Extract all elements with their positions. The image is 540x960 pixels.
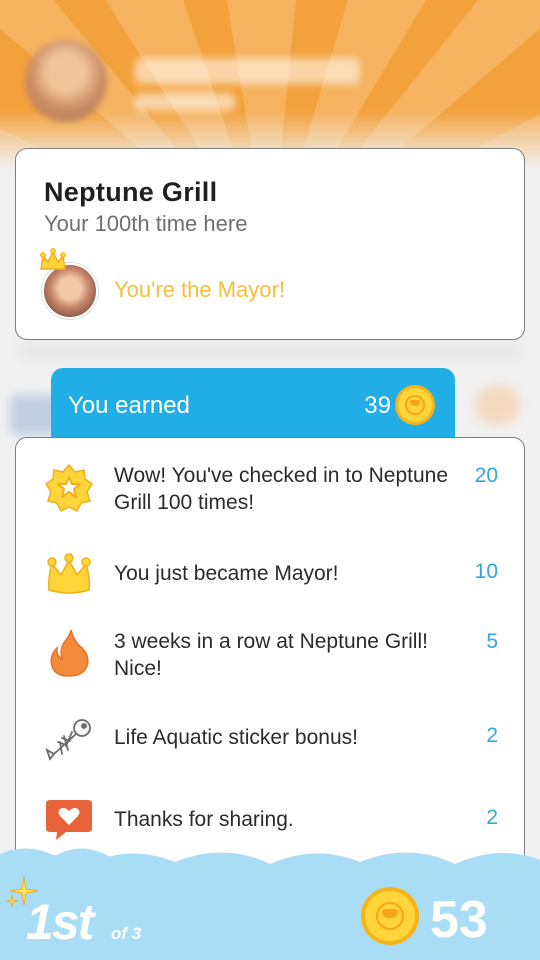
reward-points: 10 bbox=[474, 560, 498, 583]
list-item: Wow! You've checked in to Neptune Grill … bbox=[16, 460, 526, 530]
flame-icon bbox=[50, 629, 89, 677]
list-item: 3 weeks in a row at Neptune Grill! Nice!… bbox=[16, 626, 526, 686]
fish-skeleton-sticker-icon bbox=[45, 719, 91, 761]
earned-header: You earned 39 bbox=[51, 368, 455, 440]
mayor-crown-icon bbox=[40, 248, 66, 270]
leaderboard-rank-of: of 3 bbox=[111, 924, 142, 943]
reward-points: 5 bbox=[486, 630, 498, 653]
heart-speech-bubble-icon bbox=[46, 800, 92, 840]
venue-name: Neptune Grill bbox=[44, 177, 218, 207]
reward-points: 2 bbox=[486, 724, 498, 747]
total-coins-value: 53 bbox=[430, 891, 488, 949]
crown-icon bbox=[47, 553, 91, 594]
earned-label: You earned bbox=[68, 392, 190, 419]
earned-coins-value: 39 bbox=[364, 392, 391, 419]
reward-description: 3 weeks in a row at Neptune Grill! Nice! bbox=[114, 630, 428, 680]
reward-description: Life Aquatic sticker bonus! bbox=[114, 726, 358, 749]
blurred-subtext bbox=[135, 93, 235, 111]
reward-points: 2 bbox=[486, 806, 498, 829]
list-item: Life Aquatic sticker bonus! 2 bbox=[16, 712, 526, 762]
reward-description: Thanks for sharing. bbox=[114, 808, 294, 831]
leaderboard-rank: 1st bbox=[26, 894, 94, 950]
mayor-row[interactable]: You're the Mayor! bbox=[40, 248, 502, 319]
total-coin-icon bbox=[361, 887, 419, 945]
blurred-background-element bbox=[475, 385, 520, 425]
venue-card: Neptune Grill Your 100th time here You'r… bbox=[15, 148, 525, 340]
blurred-username bbox=[135, 58, 360, 84]
reward-description: Wow! You've checked in to Neptune Grill … bbox=[114, 464, 449, 514]
reward-points: 20 bbox=[474, 464, 498, 487]
rewards-list: Wow! You've checked in to Neptune Grill … bbox=[15, 437, 525, 887]
visit-count-text: Your 100th time here bbox=[44, 211, 248, 236]
blurred-background-element bbox=[20, 340, 520, 360]
badge-star-icon bbox=[44, 463, 94, 513]
list-item: You just became Mayor! 10 bbox=[16, 548, 526, 598]
coin-icon bbox=[395, 385, 435, 425]
list-item: Thanks for sharing. 2 bbox=[16, 794, 526, 844]
profile-avatar-blurred bbox=[25, 40, 107, 122]
mayor-status-text: You're the Mayor! bbox=[114, 277, 285, 302]
reward-description: You just became Mayor! bbox=[114, 562, 339, 585]
